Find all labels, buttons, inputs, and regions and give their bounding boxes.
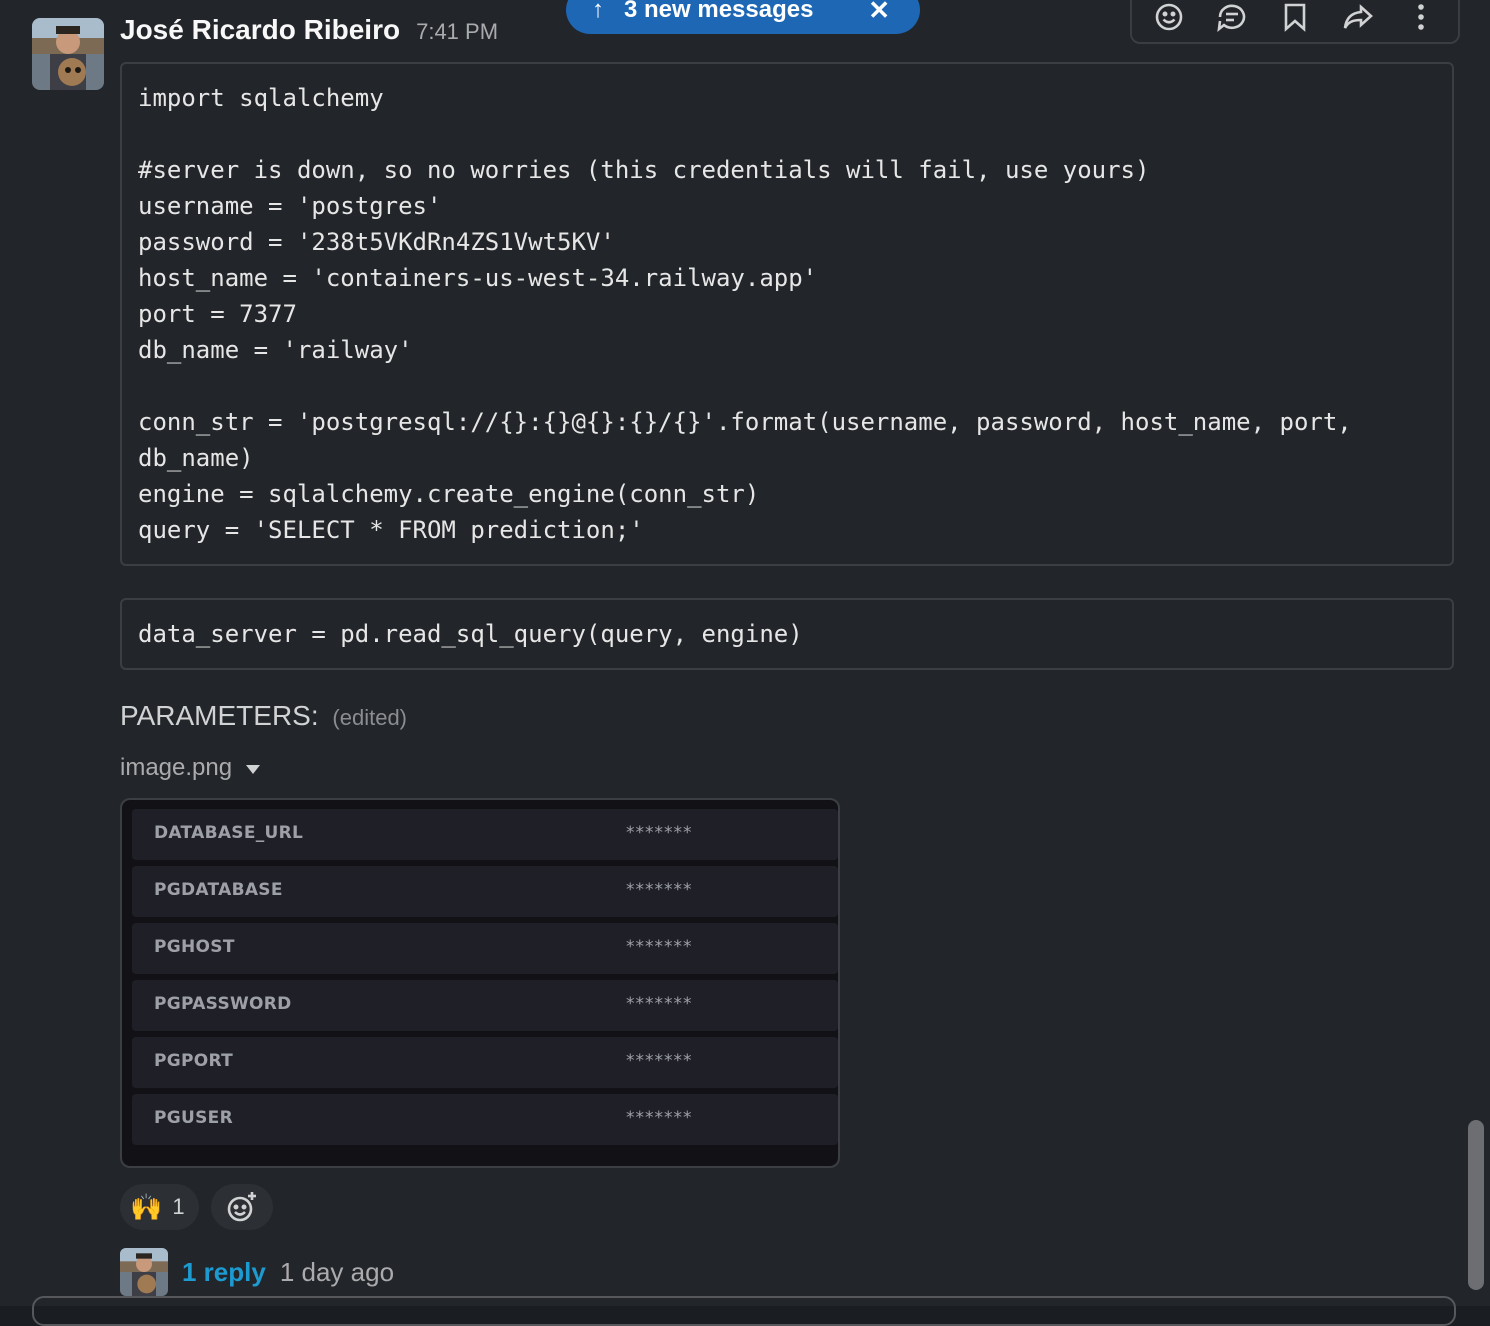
reply-in-thread-icon — [1217, 4, 1246, 33]
env-row: PGHOST ******* — [132, 923, 838, 974]
env-value: ******* — [626, 1108, 693, 1128]
reaction-raised-hands[interactable]: 🙌 1 — [120, 1184, 199, 1230]
new-messages-banner[interactable]: ↑ 3 new messages ✕ — [566, 0, 920, 34]
env-key: PGUSER — [154, 1108, 233, 1128]
reply-count-link[interactable]: 1 reply — [182, 1257, 266, 1288]
add-emoji-icon — [227, 1192, 256, 1222]
message-composer[interactable] — [32, 1296, 1456, 1326]
env-row: PGPORT ******* — [132, 1037, 838, 1088]
message-text: PARAMETERS: (edited) — [120, 700, 407, 732]
message-view: José Ricardo Ribeiro 7:41 PM ↑ 3 new mes… — [0, 0, 1490, 1326]
env-value: ******* — [626, 823, 693, 843]
edited-label: (edited) — [332, 705, 407, 730]
save-message-button[interactable] — [1271, 0, 1319, 37]
env-row: PGUSER ******* — [132, 1094, 838, 1145]
env-value: ******* — [626, 1051, 693, 1071]
raised-hands-emoji: 🙌 — [130, 1191, 163, 1222]
share-forward-icon — [1343, 4, 1373, 29]
add-reaction-button[interactable] — [210, 1184, 273, 1230]
reply-in-thread-button[interactable] — [1208, 0, 1256, 37]
env-key: PGDATABASE — [154, 880, 283, 900]
save-bookmark-icon — [1284, 3, 1306, 32]
env-key: DATABASE_URL — [154, 823, 304, 843]
reactions-bar: 🙌 1 — [120, 1184, 273, 1230]
env-value: ******* — [626, 937, 693, 957]
parameters-label: PARAMETERS: — [120, 700, 319, 731]
env-row: PGPASSWORD ******* — [132, 980, 838, 1031]
message-actions-toolbar — [1130, 0, 1460, 44]
attachment-image[interactable]: DATABASE_URL ******* PGDATABASE ******* … — [120, 798, 840, 1168]
env-key: PGPASSWORD — [154, 994, 292, 1014]
reaction-count: 1 — [172, 1194, 185, 1219]
env-key: PGHOST — [154, 937, 235, 957]
author-name[interactable]: José Ricardo Ribeiro — [120, 14, 400, 46]
add-reaction-icon — [1156, 3, 1183, 31]
more-actions-button[interactable] — [1397, 0, 1445, 37]
add-reaction-button[interactable] — [1145, 0, 1193, 37]
env-row: PGDATABASE ******* — [132, 866, 838, 917]
env-value: ******* — [626, 880, 693, 900]
attachment-name: image.png — [120, 754, 233, 781]
message-timestamp[interactable]: 7:41 PM — [416, 19, 498, 45]
env-row: DATABASE_URL ******* — [132, 809, 838, 860]
code-block-read-sql[interactable]: data_server = pd.read_sql_query(query, e… — [120, 598, 1454, 670]
thread-summary[interactable]: 1 reply 1 day ago — [120, 1248, 394, 1296]
replier-avatar — [120, 1248, 168, 1296]
attachment-toggle[interactable]: image.png — [120, 754, 261, 782]
scrollbar-thumb[interactable] — [1468, 1120, 1484, 1290]
env-value: ******* — [626, 994, 693, 1014]
author-avatar[interactable] — [32, 18, 104, 90]
last-reply-time: 1 day ago — [279, 1256, 395, 1287]
share-message-button[interactable] — [1334, 0, 1382, 37]
code-block-sqlalchemy[interactable]: import sqlalchemy #server is down, so no… — [120, 62, 1454, 566]
up-arrow-icon: ↑ — [592, 0, 604, 23]
close-icon[interactable]: ✕ — [868, 0, 890, 26]
new-messages-label: 3 new messages — [624, 0, 814, 23]
caret-down-icon — [246, 764, 261, 774]
env-key: PGPORT — [154, 1051, 234, 1071]
message-header: José Ricardo Ribeiro 7:41 PM — [120, 14, 498, 46]
more-actions-icon — [1417, 4, 1424, 30]
